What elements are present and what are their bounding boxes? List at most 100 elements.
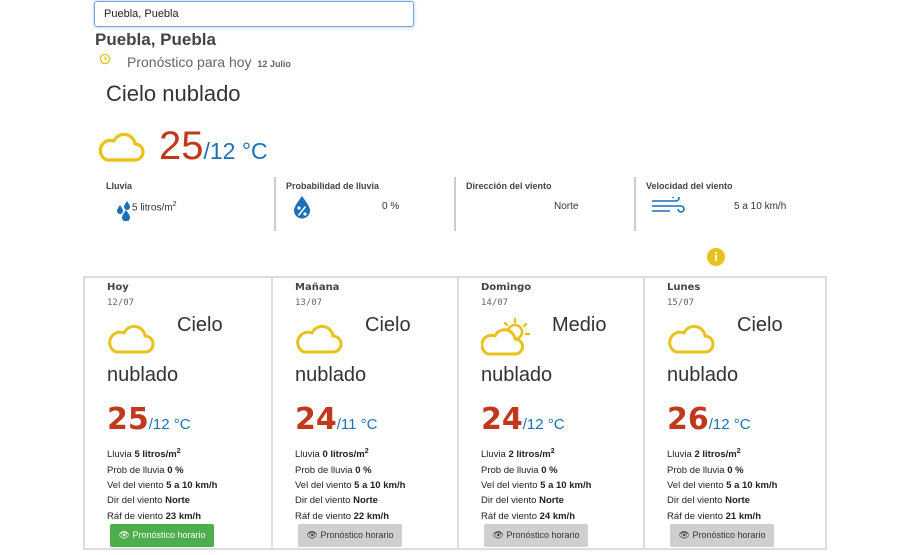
stat-rain-probability-label: Probabilidad de lluvia bbox=[286, 181, 380, 191]
hourly-forecast-button[interactable]: 👁 Pronóstico horario bbox=[298, 524, 402, 547]
stat-wind-direction-label: Dirección del viento bbox=[466, 181, 552, 191]
detail-rain-unit-sup: 2 bbox=[550, 448, 555, 455]
hourly-forecast-button-label: Pronóstico horario bbox=[506, 530, 580, 540]
detail-wind-gust-label: Ráf de viento bbox=[667, 510, 726, 522]
day-condition-line2: nublado bbox=[295, 364, 367, 386]
info-icon[interactable]: i bbox=[707, 248, 725, 266]
hourly-forecast-button[interactable]: 👁 Pronóstico horario bbox=[670, 524, 774, 547]
detail-wind-gust-label: Ráf de viento bbox=[481, 510, 540, 522]
day-date: 14/07 bbox=[481, 298, 509, 308]
detail-rain-probability-value: 0 % bbox=[727, 464, 744, 476]
detail-wind-direction-value: Norte bbox=[725, 495, 750, 507]
day-condition-line1: Cielo bbox=[365, 314, 411, 336]
stat-wind-direction-value: Norte bbox=[554, 201, 579, 212]
stat-wind-speed: Velocidad del viento 5 a 10 km/h bbox=[634, 177, 814, 231]
current-stats: Lluvia 5 litros/m2 Probabilidad de lluvi… bbox=[94, 177, 814, 231]
current-condition: Cielo nublado bbox=[106, 81, 241, 106]
detail-wind-speed-label: Vel del viento bbox=[295, 479, 355, 491]
day-condition-line2: nublado bbox=[107, 364, 179, 386]
detail-rain-probability-label: Prob de lluvia bbox=[667, 464, 728, 476]
day-name: Domingo bbox=[481, 282, 532, 293]
hourly-forecast-button[interactable]: 👁 Pronóstico horario bbox=[484, 524, 588, 547]
detail-rain-probability: Prob de lluvia 0 % bbox=[481, 463, 591, 478]
day-temperature: 24/11 °C bbox=[295, 402, 378, 437]
forecast-label: Pronóstico para hoy bbox=[127, 54, 252, 70]
day-card: Lunes 15/07 Cielo nublado 26/12 °C Lluvi… bbox=[643, 278, 829, 548]
day-max-temp: 25 bbox=[107, 402, 149, 437]
hourly-forecast-button-label: Pronóstico horario bbox=[320, 530, 394, 540]
day-condition-line2: nublado bbox=[667, 364, 739, 386]
day-details: Lluvia 2 litros/m2 Prob de lluvia 0 % Ve… bbox=[481, 444, 591, 524]
current-max-temp: 25 bbox=[159, 124, 204, 168]
detail-rain: Lluvia 5 litros/m2 bbox=[107, 444, 217, 463]
detail-wind-gust-value: 24 km/h bbox=[539, 510, 576, 522]
detail-rain-label: Lluvia bbox=[295, 449, 323, 461]
stat-rain-value: 5 litros/m2 bbox=[132, 201, 176, 213]
detail-rain-probability-label: Prob de lluvia bbox=[481, 464, 542, 476]
location-title: Puebla, Puebla bbox=[95, 30, 216, 49]
eye-icon: 👁 bbox=[118, 530, 130, 540]
eye-icon: 👁 bbox=[492, 530, 504, 540]
location-search-input[interactable] bbox=[94, 1, 414, 27]
detail-rain-probability-label: Prob de lluvia bbox=[107, 464, 168, 476]
stat-rain-probability: Probabilidad de lluvia 0 % bbox=[274, 177, 454, 231]
detail-wind-gust-value: 22 km/h bbox=[353, 510, 390, 522]
detail-wind-gust-label: Ráf de viento bbox=[295, 510, 354, 522]
detail-wind-direction-label: Dir del viento bbox=[481, 495, 540, 507]
detail-wind-speed: Vel del viento 5 a 10 km/h bbox=[481, 478, 591, 493]
day-condition-line1: Medio bbox=[552, 314, 607, 336]
day-card: Domingo 14/07 Medio nublado 24/12 °C Llu… bbox=[457, 278, 643, 548]
day-max-temp: 24 bbox=[481, 402, 523, 437]
detail-wind-speed-value: 5 a 10 km/h bbox=[540, 479, 592, 491]
day-date: 13/07 bbox=[295, 298, 323, 308]
detail-wind-direction-value: Norte bbox=[353, 495, 378, 507]
day-temperature: 24/12 °C bbox=[481, 402, 565, 437]
detail-wind-direction-value: Norte bbox=[165, 495, 190, 507]
hourly-forecast-button[interactable]: 👁 Pronóstico horario bbox=[110, 524, 214, 547]
hourly-forecast-button-label: Pronóstico horario bbox=[132, 530, 206, 540]
detail-rain-probability: Prob de lluvia 0 % bbox=[295, 463, 405, 478]
detail-wind-direction-label: Dir del viento bbox=[667, 495, 726, 507]
day-details: Lluvia 0 litros/m2 Prob de lluvia 0 % Ve… bbox=[295, 444, 405, 524]
stat-wind-speed-label: Velocidad del viento bbox=[646, 181, 733, 191]
day-condition-line2: nublado bbox=[481, 364, 553, 386]
stat-rain-probability-value: 0 % bbox=[382, 201, 400, 212]
detail-wind-speed-label: Vel del viento bbox=[107, 479, 167, 491]
detail-rain: Lluvia 2 litros/m2 bbox=[481, 444, 591, 463]
detail-wind-gust-value: 21 km/h bbox=[725, 510, 762, 522]
detail-rain-probability-value: 0 % bbox=[167, 464, 184, 476]
day-condition-line1: Cielo bbox=[177, 314, 223, 336]
detail-wind-speed-value: 5 a 10 km/h bbox=[726, 479, 778, 491]
detail-wind-direction-value: Norte bbox=[539, 495, 564, 507]
current-min-temp: /12 °C bbox=[203, 138, 268, 164]
detail-rain-unit-sup: 2 bbox=[364, 448, 369, 455]
day-max-temp: 26 bbox=[667, 402, 709, 437]
partly-cloudy-icon bbox=[481, 318, 531, 356]
detail-wind-gust-value: 23 km/h bbox=[165, 510, 202, 522]
stat-rain: Lluvia 5 litros/m2 bbox=[94, 177, 274, 231]
detail-wind-direction-label: Dir del viento bbox=[107, 495, 166, 507]
detail-wind-speed-label: Vel del viento bbox=[667, 479, 727, 491]
day-date: 12/07 bbox=[107, 298, 135, 308]
detail-rain-unit-sup: 2 bbox=[176, 448, 181, 455]
day-date: 15/07 bbox=[667, 298, 695, 308]
stat-wind-speed-value: 5 a 10 km/h bbox=[734, 201, 787, 212]
detail-rain-probability: Prob de lluvia 0 % bbox=[667, 463, 777, 478]
detail-rain-probability: Prob de lluvia 0 % bbox=[107, 463, 217, 478]
stat-rain-label: Lluvia bbox=[106, 181, 133, 191]
day-name: Lunes bbox=[667, 282, 701, 293]
cloud-icon bbox=[108, 324, 155, 354]
day-name: Mañana bbox=[295, 282, 340, 293]
hourly-forecast-button-label: Pronóstico horario bbox=[692, 530, 766, 540]
current-temperature: 25/12 °C bbox=[159, 124, 268, 169]
detail-rain-label: Lluvia bbox=[481, 449, 509, 461]
detail-rain-probability-value: 0 % bbox=[355, 464, 372, 476]
detail-wind-gust: Ráf de viento 21 km/h bbox=[667, 509, 777, 524]
percent-drop-icon bbox=[294, 196, 310, 219]
detail-wind-speed: Vel del viento 5 a 10 km/h bbox=[667, 478, 777, 493]
forecast-heading: Pronóstico para hoy 12 Julio bbox=[127, 54, 291, 70]
day-card: Mañana 13/07 Cielo nublado 24/11 °C Lluv… bbox=[271, 278, 457, 548]
eye-icon: 👁 bbox=[678, 530, 690, 540]
day-min-temp: /12 °C bbox=[522, 416, 565, 433]
cloud-icon bbox=[668, 324, 715, 354]
